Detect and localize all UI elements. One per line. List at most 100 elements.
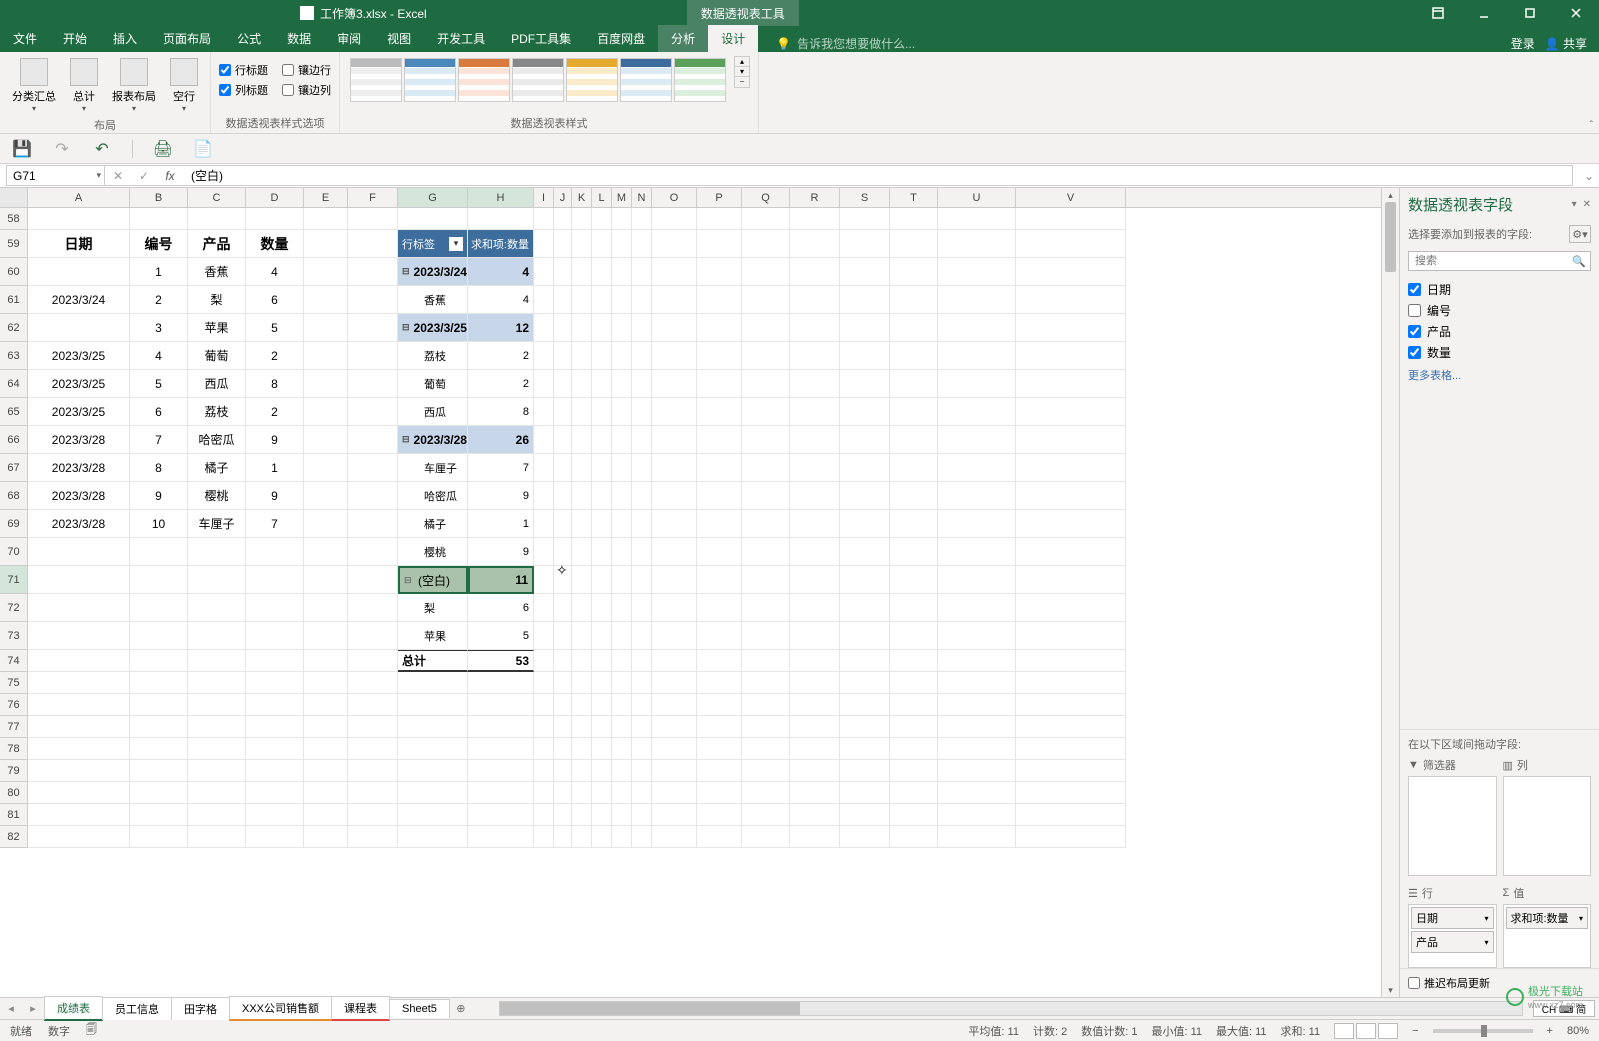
cell[interactable]: [612, 672, 632, 694]
cell[interactable]: 10: [130, 510, 188, 538]
style-thumb[interactable]: [512, 58, 564, 102]
cell[interactable]: [348, 454, 398, 482]
cell[interactable]: [28, 672, 130, 694]
cell[interactable]: [304, 454, 348, 482]
cell[interactable]: [890, 716, 938, 738]
cell[interactable]: [592, 650, 612, 672]
zoom-out-button[interactable]: −: [1412, 1025, 1418, 1037]
cell[interactable]: [28, 258, 130, 286]
cell[interactable]: [246, 208, 304, 230]
cell[interactable]: [697, 804, 742, 826]
cell[interactable]: [468, 804, 534, 826]
row-header-61[interactable]: 61: [0, 286, 28, 314]
cell[interactable]: [612, 230, 632, 258]
row-header-63[interactable]: 63: [0, 342, 28, 370]
cell[interactable]: [790, 782, 840, 804]
pivot-item-value[interactable]: 1: [468, 510, 534, 538]
cell[interactable]: [304, 342, 348, 370]
cell[interactable]: 日期: [28, 230, 130, 258]
cell[interactable]: [938, 208, 1016, 230]
cell[interactable]: [938, 566, 1016, 594]
cell[interactable]: [534, 538, 554, 566]
row-header-77[interactable]: 77: [0, 716, 28, 738]
cell[interactable]: [790, 594, 840, 622]
cell[interactable]: [554, 538, 572, 566]
cell[interactable]: [890, 672, 938, 694]
row-header-67[interactable]: 67: [0, 454, 28, 482]
col-header-L[interactable]: L: [592, 188, 612, 207]
cell[interactable]: [742, 538, 790, 566]
cell[interactable]: [554, 694, 572, 716]
cell[interactable]: [938, 672, 1016, 694]
row-header-71[interactable]: 71: [0, 566, 28, 594]
cell[interactable]: [742, 230, 790, 258]
cell[interactable]: [742, 716, 790, 738]
cell[interactable]: [348, 426, 398, 454]
cell[interactable]: [938, 738, 1016, 760]
col-header-F[interactable]: F: [348, 188, 398, 207]
cell[interactable]: [890, 826, 938, 848]
col-header-K[interactable]: K: [572, 188, 592, 207]
cell[interactable]: [188, 672, 246, 694]
col-header-T[interactable]: T: [890, 188, 938, 207]
cell[interactable]: [790, 482, 840, 510]
cell[interactable]: [348, 258, 398, 286]
cell[interactable]: [1016, 454, 1126, 482]
cell[interactable]: [1016, 538, 1126, 566]
style-thumb[interactable]: [620, 58, 672, 102]
chk-banded-rows[interactable]: 镶边行: [282, 62, 331, 78]
pivot-group-sum[interactable]: 12: [468, 314, 534, 342]
zoom-slider[interactable]: [1433, 1029, 1533, 1033]
cell[interactable]: [468, 694, 534, 716]
cell[interactable]: [1016, 760, 1126, 782]
cell[interactable]: [938, 230, 1016, 258]
cell[interactable]: [742, 694, 790, 716]
cell[interactable]: [304, 650, 348, 672]
cell[interactable]: [652, 622, 697, 650]
cell[interactable]: [28, 566, 130, 594]
tab-review[interactable]: 审阅: [324, 25, 374, 52]
cell[interactable]: [1016, 482, 1126, 510]
cell[interactable]: [652, 760, 697, 782]
pivot-group-cell[interactable]: ⊟2023/3/28: [398, 426, 468, 454]
cell[interactable]: [742, 782, 790, 804]
cell[interactable]: 2023/3/25: [28, 398, 130, 426]
cell[interactable]: 7: [246, 510, 304, 538]
cell[interactable]: [790, 454, 840, 482]
row-header-62[interactable]: 62: [0, 314, 28, 342]
pivot-item-value[interactable]: 4: [468, 286, 534, 314]
cell[interactable]: [890, 760, 938, 782]
cell[interactable]: [572, 716, 592, 738]
cell[interactable]: [612, 538, 632, 566]
cell[interactable]: [697, 426, 742, 454]
cell[interactable]: [304, 258, 348, 286]
cell[interactable]: [840, 650, 890, 672]
cell[interactable]: [790, 398, 840, 426]
cell[interactable]: [304, 566, 348, 594]
cell[interactable]: [348, 760, 398, 782]
cell[interactable]: [938, 482, 1016, 510]
tab-insert[interactable]: 插入: [100, 25, 150, 52]
cell[interactable]: [348, 738, 398, 760]
blank-rows-button[interactable]: 空行▾: [166, 56, 202, 115]
cell[interactable]: [572, 208, 592, 230]
cell[interactable]: [890, 482, 938, 510]
cell[interactable]: [28, 314, 130, 342]
col-header-C[interactable]: C: [188, 188, 246, 207]
cell[interactable]: [697, 258, 742, 286]
cell[interactable]: [130, 716, 188, 738]
cell[interactable]: [304, 782, 348, 804]
cell[interactable]: [890, 804, 938, 826]
cell[interactable]: [534, 826, 554, 848]
col-header-E[interactable]: E: [304, 188, 348, 207]
cell[interactable]: [632, 804, 652, 826]
row-header-70[interactable]: 70: [0, 538, 28, 566]
cell[interactable]: [188, 208, 246, 230]
cell[interactable]: [398, 826, 468, 848]
cell[interactable]: [612, 826, 632, 848]
col-header-O[interactable]: O: [652, 188, 697, 207]
cell[interactable]: [938, 694, 1016, 716]
cell[interactable]: [840, 566, 890, 594]
col-header-S[interactable]: S: [840, 188, 890, 207]
cell[interactable]: [534, 566, 554, 594]
